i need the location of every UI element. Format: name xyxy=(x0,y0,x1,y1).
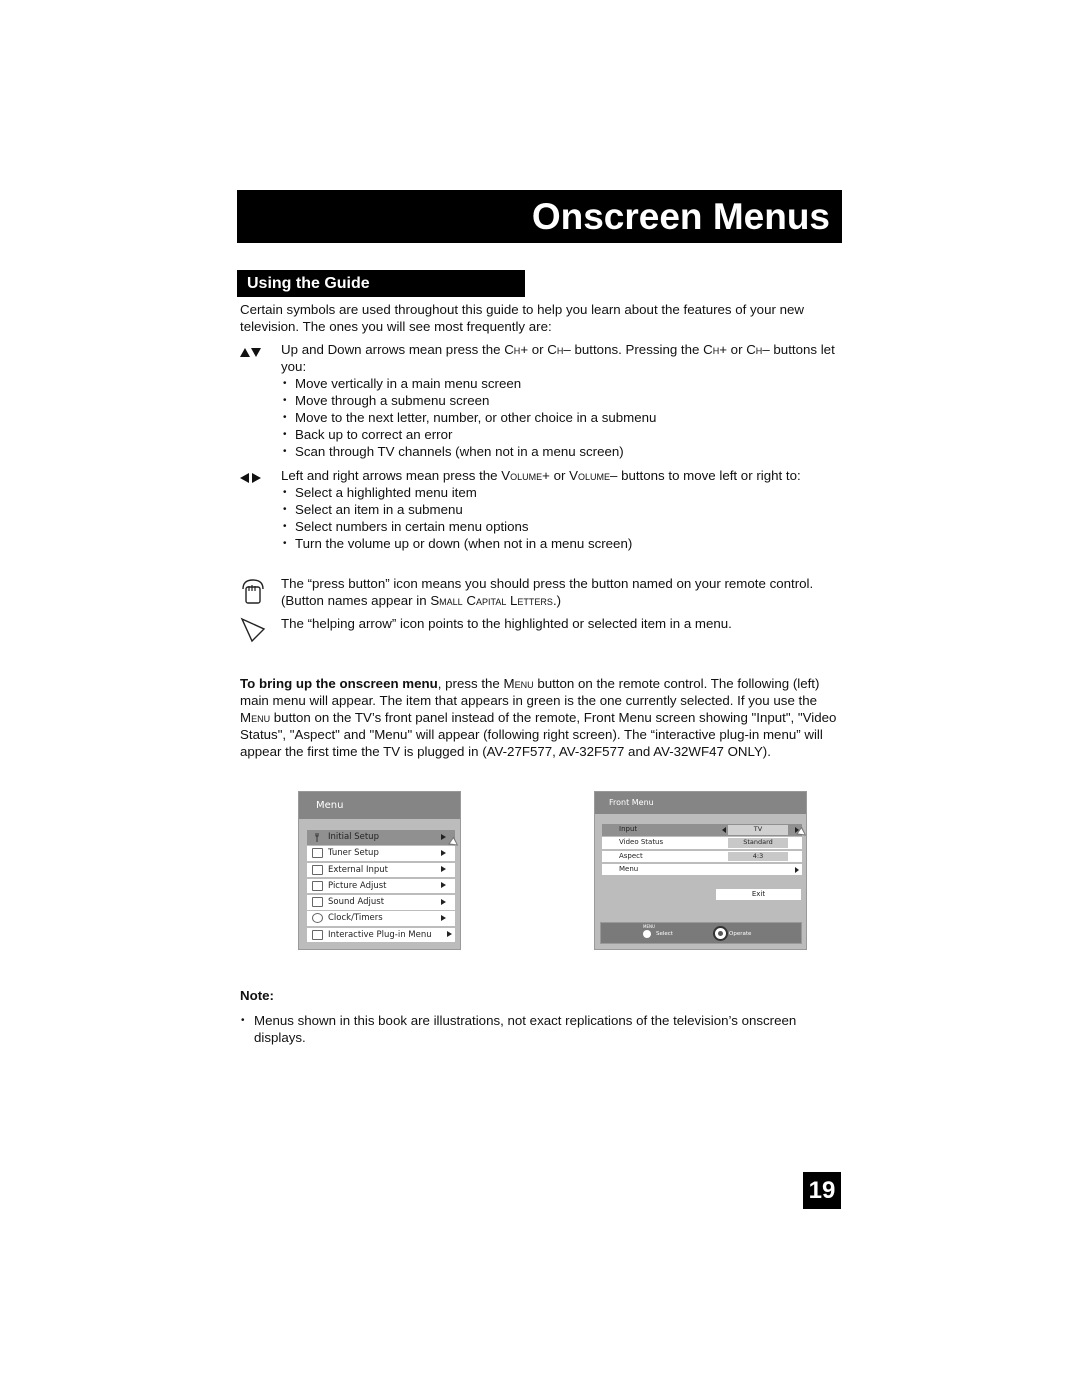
chevron-right-icon xyxy=(441,866,446,873)
chevron-right-icon xyxy=(447,931,452,938)
speaker-monitor-icon xyxy=(312,897,323,908)
section-title: Using the Guide xyxy=(237,270,525,297)
chevron-right-icon xyxy=(441,898,446,905)
chevron-right-icon xyxy=(441,833,446,840)
directional-pad-icon xyxy=(713,926,728,941)
up-down-arrows-icon xyxy=(240,344,276,361)
list-item: Back up to correct an error xyxy=(281,426,841,443)
front-menu-row-menu[interactable]: Menu xyxy=(602,863,802,876)
tuner-icon xyxy=(312,848,323,859)
list-item: Select a highlighted menu item xyxy=(281,484,841,501)
note-list: Menus shown in this book are illustratio… xyxy=(240,1012,840,1046)
clock-icon xyxy=(312,913,323,924)
menu-item-initial-setup[interactable]: Initial Setup xyxy=(307,830,455,845)
external-input-icon xyxy=(312,864,323,875)
note-label: Note: xyxy=(240,988,274,1003)
chevron-right-icon xyxy=(441,849,446,856)
menu-item-interactive-plug-in[interactable]: Interactive Plug-in Menu xyxy=(307,927,455,943)
intro-paragraph: Certain symbols are used throughout this… xyxy=(240,302,804,334)
menu-button-icon xyxy=(643,930,651,938)
plug-in-icon xyxy=(312,929,323,940)
list-item: Select numbers in certain menu options xyxy=(281,518,841,535)
left-right-arrows-icon xyxy=(240,470,276,487)
press-button-icon xyxy=(240,577,276,609)
main-menu-illustration: Menu Initial Setup Tuner Setup External … xyxy=(298,791,462,950)
front-menu-row-video-status[interactable]: Video Status Standard xyxy=(602,837,802,849)
exit-button[interactable]: Exit xyxy=(716,889,801,900)
video-status-value: Standard xyxy=(728,838,788,848)
wrench-icon xyxy=(312,832,323,842)
menu-item-tuner-setup[interactable]: Tuner Setup xyxy=(307,846,455,861)
menu-item-sound-adjust[interactable]: Sound Adjust xyxy=(307,895,455,910)
list-item: Select an item in a submenu xyxy=(281,501,841,518)
chevron-left-icon xyxy=(722,827,726,833)
input-value: TV xyxy=(728,825,788,835)
aspect-value: 4:3 xyxy=(728,851,788,862)
menu-item-external-input[interactable]: External Input xyxy=(307,862,455,878)
main-menu-title: Menu xyxy=(299,792,460,819)
page-title: Onscreen Menus xyxy=(237,190,842,243)
list-item: Move vertically in a main menu screen xyxy=(281,375,841,392)
list-item: Menus shown in this book are illustratio… xyxy=(240,1012,840,1046)
menu-item-picture-adjust[interactable]: Picture Adjust xyxy=(307,878,455,894)
list-item: Turn the volume up or down (when not in … xyxy=(281,535,841,552)
onscreen-menu-paragraph: To bring up the onscreen menu, press the… xyxy=(240,676,837,759)
front-menu-footer: MENU Select Operate xyxy=(600,922,802,944)
front-menu-row-aspect[interactable]: Aspect 4:3 xyxy=(602,850,802,863)
chevron-right-icon xyxy=(441,882,446,889)
list-item: Scan through TV channels (when not in a … xyxy=(281,443,841,460)
chevron-right-icon xyxy=(441,914,446,921)
menu-item-clock-timers[interactable]: Clock/Timers xyxy=(307,911,455,926)
list-item: Move through a submenu screen xyxy=(281,392,841,409)
leftright-bullet-list: Select a highlighted menu item Select an… xyxy=(281,484,841,552)
updown-bullet-list: Move vertically in a main menu screen Mo… xyxy=(281,375,841,460)
front-menu-title: Front Menu xyxy=(595,792,806,814)
chevron-right-icon xyxy=(795,866,799,873)
page-number: 19 xyxy=(803,1172,841,1209)
front-menu-row-input[interactable]: Input TV xyxy=(602,824,802,836)
helping-arrow-icon xyxy=(240,617,276,647)
list-item: Move to the next letter, number, or othe… xyxy=(281,409,841,426)
monitor-icon xyxy=(312,880,323,891)
front-menu-illustration: Front Menu Input TV Video Status Standar… xyxy=(594,791,810,950)
